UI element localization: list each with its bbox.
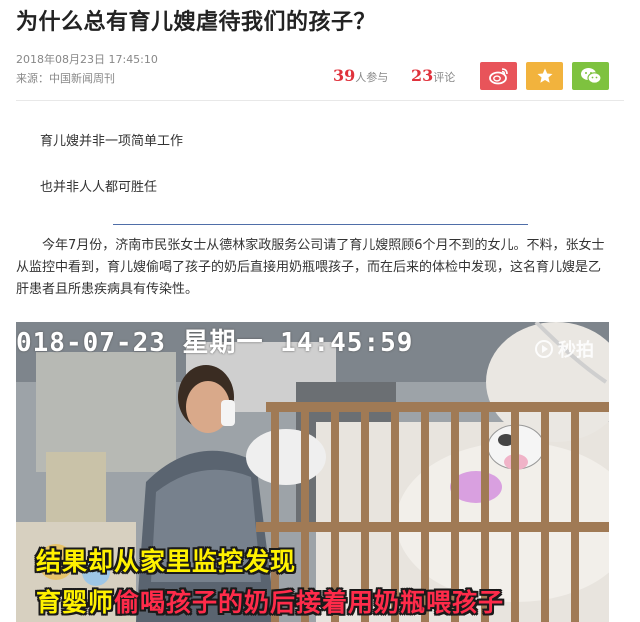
intro-line-1: 育儿嫂并非一项简单工作 [40,134,184,149]
miaopai-logo-icon [535,340,553,358]
article-title: 为什么总有育儿嫂虐待我们的孩子？ [16,10,377,35]
comments-count: 23 [411,66,434,85]
wechat-icon [580,68,602,84]
article-source[interactable]: 来源：中国新闻周刊 [16,70,115,86]
timestamp-overlay: 018-07-23 星期一 14:45:59 [16,328,414,358]
body-line: 从监控中看到，育儿嫂偷喝了孩子的奶后直接用奶瓶喂孩子，而在后来的体检中发现，这名… [16,260,602,275]
section-rule [113,224,528,225]
watermark-text: 秒拍 [558,340,594,361]
surveillance-photo: 018-07-23 星期一 14:45:59 秒拍 结果却从家里监控发现 育婴师… [16,322,609,622]
watermark: 秒拍 [534,336,594,362]
article-body: 今年7月份，济南市民张女士从德林家政服务公司请了育儿嫂照顾6个月不到的女儿。不料… [16,235,616,301]
favorite-button[interactable] [526,62,563,90]
comments-label: 评论 [433,71,456,84]
participants-stat[interactable]: 39人参与 [333,66,388,85]
comments-stat[interactable]: 23评论 [411,66,455,85]
intro-line-2: 也并非人人都可胜任 [40,180,158,195]
share-wechat-button[interactable] [572,62,609,90]
participants-label: 人参与 [355,71,389,84]
header-divider [16,100,624,101]
body-line: 今年7月份，济南市民张女士从德林家政服务公司请了育儿嫂照顾6个月不到的女儿。不料… [42,238,605,253]
weibo-icon [488,68,508,85]
share-weibo-button[interactable] [480,62,517,90]
caption-prefix: 育婴师 [36,588,115,617]
caption-line-2: 育婴师偷喝孩子的奶后接着用奶瓶喂孩子 [36,583,504,619]
caption-highlight: 偷喝孩子的奶后接着用奶瓶喂孩子 [114,588,505,617]
caption-line-1: 结果却从家里监控发现 [36,547,297,576]
star-icon [537,68,552,83]
participants-count: 39 [333,66,356,85]
body-line: 肝患者且所患疾病具有传染性。 [16,282,199,297]
publish-date: 2018年08月23日 17:45:10 [16,53,158,66]
